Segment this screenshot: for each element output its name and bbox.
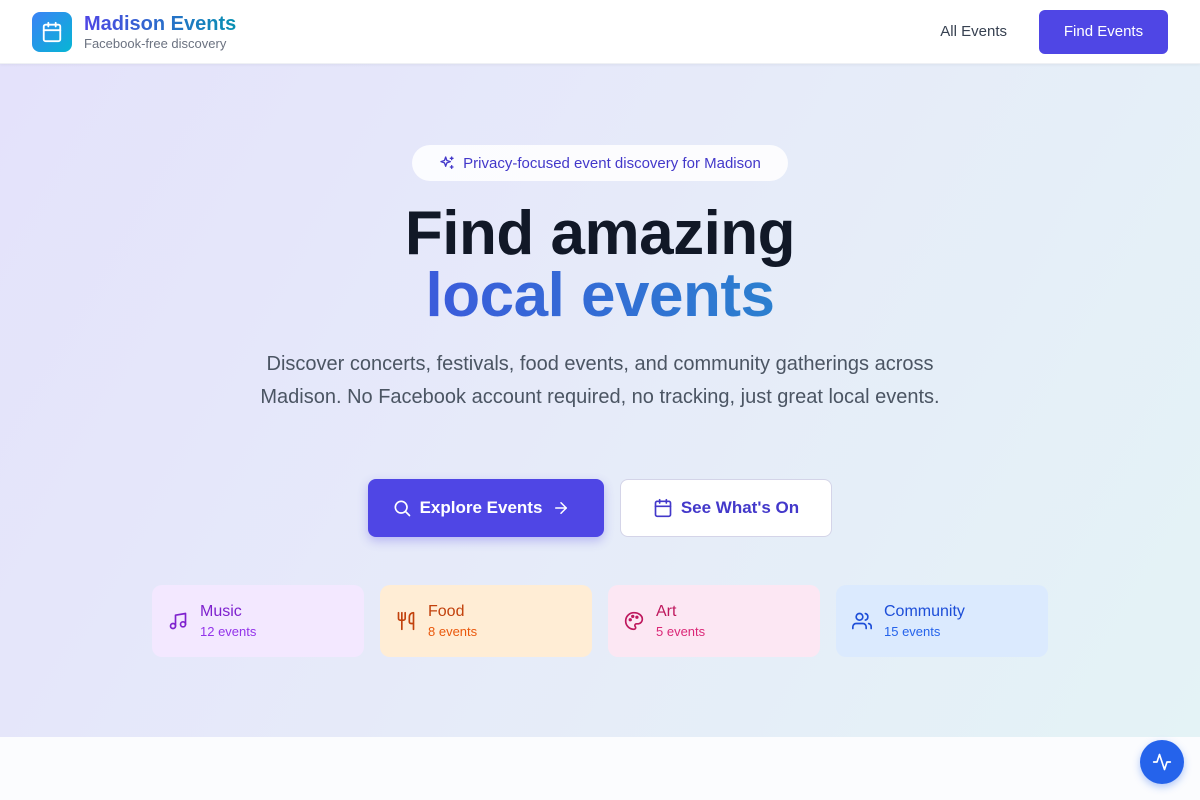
- app-tagline: Facebook-free discovery: [84, 35, 227, 51]
- main-nav: All Events Find Events: [920, 9, 1168, 54]
- activity-icon: [1152, 753, 1172, 771]
- content-section: [0, 737, 1200, 800]
- category-card-food[interactable]: Food 8 events: [380, 585, 592, 657]
- category-name: Food: [428, 603, 465, 620]
- app-name: Madison Events: [84, 12, 237, 35]
- users-icon: [852, 611, 872, 631]
- utensils-icon: [396, 611, 416, 631]
- category-card-art[interactable]: Art 5 events: [608, 585, 820, 657]
- music-note-icon: [168, 611, 188, 631]
- hero-title-accent: local events: [0, 264, 1200, 328]
- see-whats-on-button[interactable]: See What's On: [620, 479, 832, 537]
- calendar-logo-icon[interactable]: [32, 11, 72, 52]
- find-events-button[interactable]: Find Events: [1039, 9, 1168, 54]
- search-icon: [394, 500, 410, 517]
- hero-description: Discover concerts, festivals, food event…: [260, 353, 940, 408]
- see-whats-on-label: See What's On: [680, 498, 800, 517]
- category-count: 12 events: [200, 624, 257, 639]
- sparkles-icon: [440, 156, 454, 169]
- category-count: 15 events: [884, 624, 941, 639]
- explore-events-label: Explore Events: [419, 498, 543, 517]
- hero-title: Find amazing: [404, 199, 796, 268]
- all-events-link[interactable]: All Events: [920, 13, 1027, 50]
- arrow-right-icon: [555, 502, 568, 514]
- privacy-badge: Privacy-focused event discovery for Madi…: [412, 145, 788, 181]
- brand[interactable]: Madison Events Facebook-free discovery: [84, 12, 236, 52]
- privacy-badge-text: Privacy-focused event discovery for Madi…: [463, 154, 761, 172]
- category-card-music[interactable]: Music 12 events: [152, 585, 364, 657]
- palette-icon: [624, 611, 644, 631]
- hero-title-accent-text: local events: [425, 261, 775, 330]
- hero-section: Privacy-focused event discovery for Madi…: [0, 64, 1200, 737]
- category-count: 5 events: [656, 624, 706, 639]
- calendar-icon: [654, 498, 672, 518]
- category-name: Community: [884, 603, 965, 620]
- category-name: Music: [200, 603, 242, 620]
- category-card-community[interactable]: Community 15 events: [836, 585, 1048, 657]
- explore-events-button[interactable]: Explore Events: [368, 479, 604, 537]
- category-count: 8 events: [428, 624, 478, 639]
- activity-fab-button[interactable]: [1140, 740, 1184, 784]
- top-header: Madison Events Facebook-free discovery A…: [0, 0, 1200, 64]
- category-name: Art: [656, 603, 677, 620]
- category-list: Music 12 events Food 8 events Art 5 even…: [152, 585, 1048, 657]
